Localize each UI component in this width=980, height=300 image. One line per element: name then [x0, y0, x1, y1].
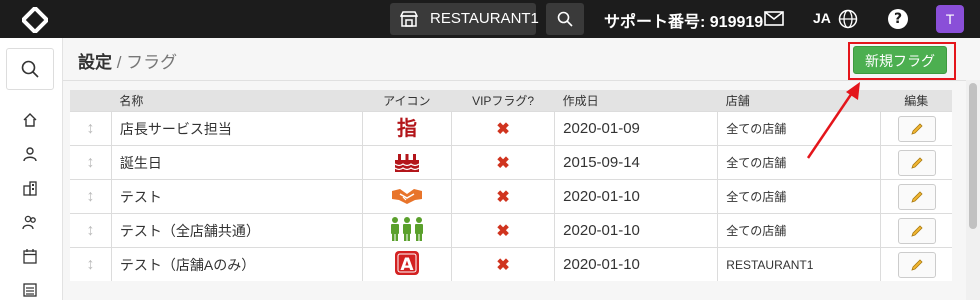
- col-edit: 編集: [880, 90, 952, 112]
- letter-a-icon: A: [394, 251, 419, 275]
- handshake-icon: [391, 189, 422, 204]
- support-number: サポート番号: 919919: [604, 14, 764, 31]
- new-flag-button[interactable]: 新規フラグ: [853, 46, 947, 74]
- vip-no-icon: ✖: [496, 154, 510, 172]
- created-date: 2020-01-09: [554, 111, 718, 146]
- cake-icon: [394, 154, 420, 172]
- search-icon: [557, 11, 573, 27]
- drag-handle-icon[interactable]: ↕: [86, 256, 94, 273]
- mail-icon[interactable]: [764, 11, 784, 26]
- svg-text:A: A: [400, 255, 414, 275]
- sidebar: [0, 38, 63, 300]
- user-icon[interactable]: [22, 146, 38, 162]
- list-icon[interactable]: [22, 282, 38, 298]
- edit-button[interactable]: [897, 149, 936, 176]
- created-date: 2020-01-10: [554, 247, 718, 281]
- users-icon[interactable]: [22, 214, 38, 230]
- annotation-arrow-icon: [806, 82, 860, 159]
- building-icon[interactable]: [22, 180, 38, 196]
- flag-name: 誕生日: [110, 145, 363, 180]
- finger-kanji-icon: 指: [394, 115, 419, 140]
- store-selector-label: RESTAURANT1: [430, 10, 539, 27]
- svg-text:指: 指: [397, 116, 417, 140]
- help-icon[interactable]: ?: [888, 9, 908, 29]
- edit-button[interactable]: [897, 251, 936, 278]
- drag-handle-icon[interactable]: ↕: [86, 154, 94, 171]
- vip-no-icon: ✖: [496, 222, 510, 240]
- store-selector-button[interactable]: RESTAURANT1: [390, 3, 539, 35]
- user-avatar[interactable]: T: [936, 5, 964, 33]
- drag-handle-icon[interactable]: ↕: [86, 222, 94, 239]
- page-header: 設定 / フラグ 新規フラグ: [63, 38, 980, 81]
- edit-button[interactable]: [897, 217, 936, 244]
- calendar-icon[interactable]: [22, 248, 38, 264]
- pencil-icon: [910, 258, 923, 271]
- vip-no-icon: ✖: [496, 188, 510, 206]
- table-row[interactable]: ↕ テスト ✖ 2020-01-10 全ての店舗: [70, 179, 952, 214]
- flag-name: 店長サービス担当: [110, 111, 363, 146]
- breadcrumb-settings[interactable]: 設定: [78, 53, 112, 72]
- flag-name: テスト（店舗Aのみ）: [110, 247, 363, 281]
- flag-name: テスト（全店舗共通）: [110, 213, 363, 248]
- breadcrumb-separator: /: [112, 53, 127, 72]
- col-icon: アイコン: [362, 90, 452, 112]
- drag-handle-icon[interactable]: ↕: [86, 120, 94, 137]
- pencil-icon: [910, 156, 923, 169]
- drag-handle-icon[interactable]: ↕: [86, 188, 94, 205]
- top-search-button[interactable]: [546, 3, 584, 35]
- search-icon: [21, 60, 39, 78]
- breadcrumb-flags: フラグ: [126, 53, 178, 72]
- storefront-icon: [400, 11, 418, 27]
- store-name: RESTAURANT1: [717, 247, 881, 281]
- created-date: 2020-01-10: [554, 179, 718, 214]
- col-name: 名称: [111, 90, 363, 112]
- created-date: 2015-09-14: [554, 145, 718, 180]
- created-date: 2020-01-10: [554, 213, 718, 248]
- table-row[interactable]: ↕ テスト（全店舗共通） ✖ 2020-01-10 全ての店舗: [70, 213, 952, 248]
- col-vip: VIPフラグ?: [451, 90, 555, 112]
- vip-no-icon: ✖: [496, 120, 510, 138]
- page-title: 設定 / フラグ: [78, 48, 177, 73]
- language-label[interactable]: JA: [813, 10, 831, 26]
- flag-name: テスト: [110, 179, 363, 214]
- store-name: 全ての店舗: [717, 179, 881, 214]
- app-logo-icon[interactable]: [22, 7, 48, 33]
- vip-no-icon: ✖: [496, 256, 510, 274]
- col-handle: [70, 90, 112, 112]
- edit-button[interactable]: [897, 115, 936, 142]
- sidebar-search-button[interactable]: [6, 48, 54, 90]
- pencil-icon: [910, 224, 923, 237]
- people-group-icon: [390, 217, 423, 241]
- store-name: 全ての店舗: [717, 213, 881, 248]
- table-row[interactable]: ↕ テスト（店舗Aのみ） A ✖ 2020-01-10 RESTAURANT1: [70, 247, 952, 281]
- edit-button[interactable]: [897, 183, 936, 210]
- scrollbar-thumb[interactable]: [969, 83, 977, 229]
- top-bar: RESTAURANT1 サポート番号: 919919 JA ? T: [0, 0, 980, 38]
- pencil-icon: [910, 122, 923, 135]
- globe-icon[interactable]: [838, 9, 858, 29]
- main-content: 設定 / フラグ 新規フラグ 名称 アイコン VIPフラグ? 作成日 店舗 編集…: [63, 38, 980, 300]
- col-date: 作成日: [554, 90, 718, 112]
- home-icon[interactable]: [22, 112, 38, 128]
- pencil-icon: [910, 190, 923, 203]
